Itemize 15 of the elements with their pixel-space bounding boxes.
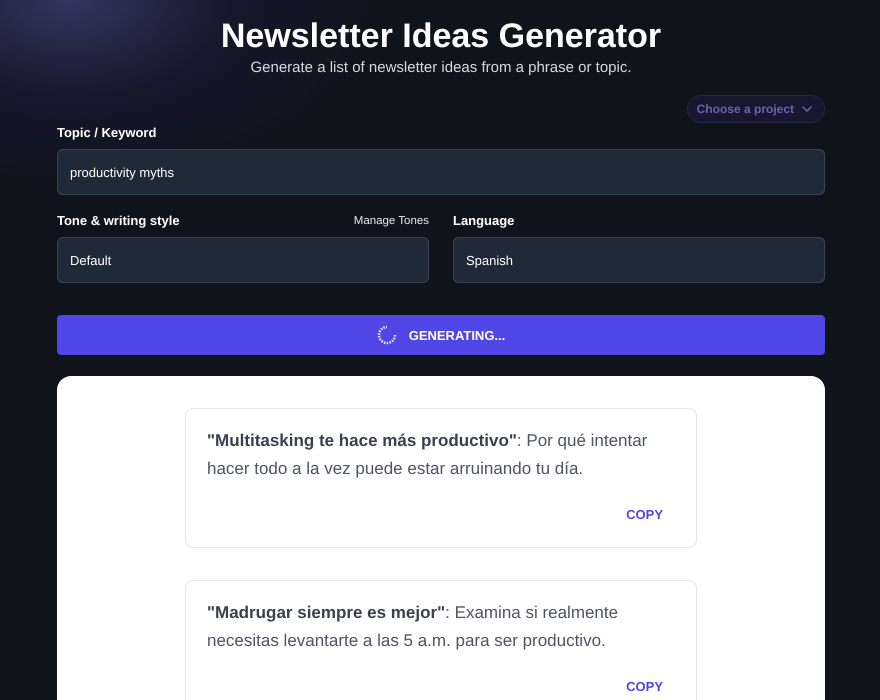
- copy-button[interactable]: COPY: [614, 670, 675, 700]
- topic-label: Topic / Keyword: [57, 125, 156, 141]
- topic-input[interactable]: productivity myths: [57, 149, 825, 195]
- manage-tones-link[interactable]: Manage Tones: [354, 215, 429, 227]
- tone-select[interactable]: Default: [57, 237, 429, 283]
- tone-label: Tone & writing style: [57, 213, 180, 229]
- page-subtitle: Generate a list of newsletter ideas from a phrase or topic.: [249, 58, 633, 78]
- language-select[interactable]: Spanish: [453, 237, 825, 283]
- idea-text: "Madrugar siempre es mejor": Examina si realmente necesitas levantarte a las 5 a.m. para ser productivo.: [207, 602, 620, 652]
- generate-button[interactable]: GENERATING...: [57, 315, 825, 355]
- language-label: Language: [453, 213, 514, 229]
- chevron-down-icon: [802, 106, 812, 112]
- idea-text: "Multitasking te hace más productivo": Por qué intentar hacer todo a la vez puede estar arruinando tu día.: [207, 430, 648, 480]
- page-title: Newsletter Ideas Generator: [220, 16, 662, 56]
- copy-button[interactable]: COPY: [614, 498, 675, 530]
